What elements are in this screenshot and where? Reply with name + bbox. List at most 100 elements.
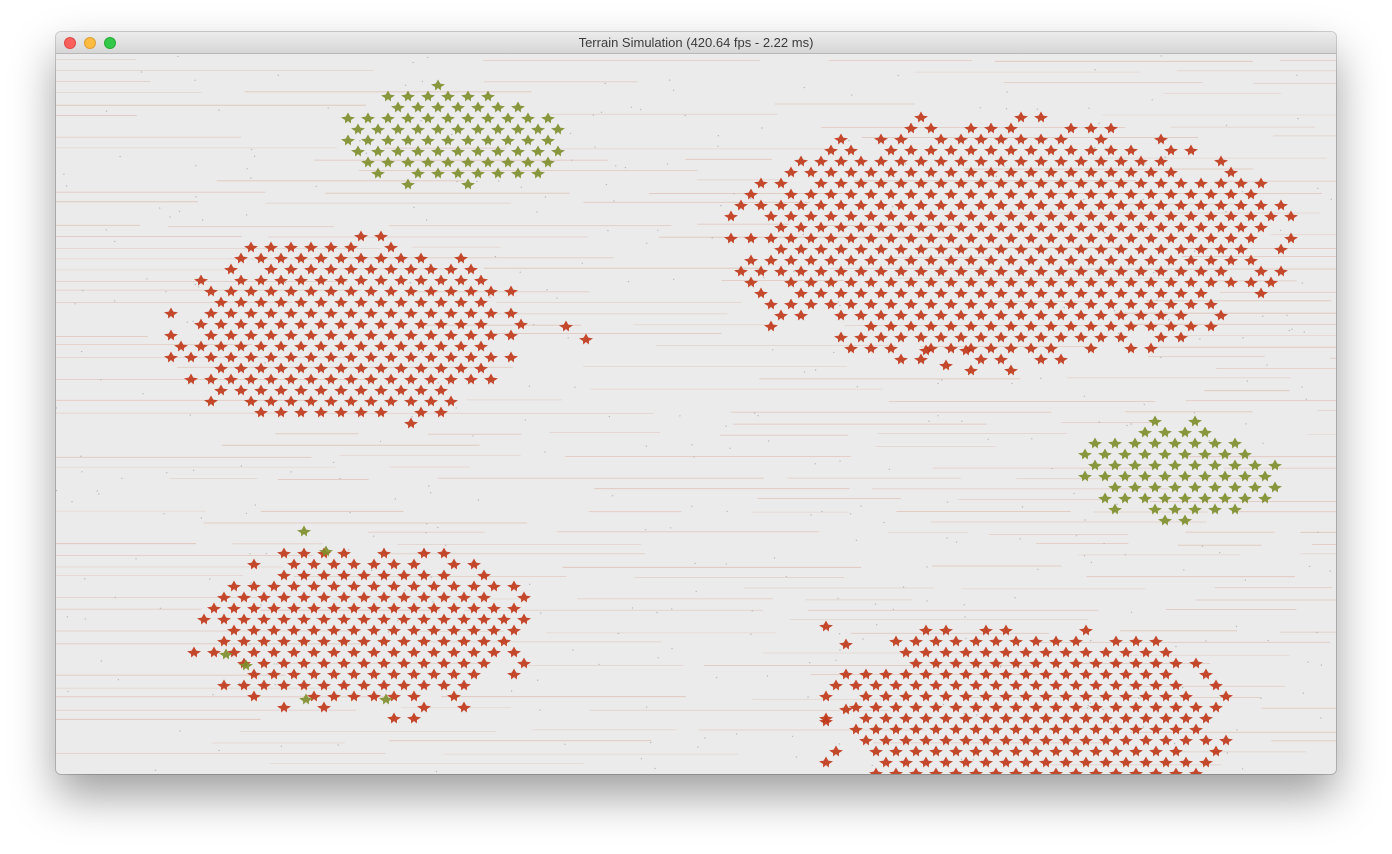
red-unit [774, 199, 788, 211]
red-unit [1004, 342, 1018, 354]
terrain-dot [1031, 438, 1033, 440]
red-unit [1144, 298, 1158, 310]
red-unit [949, 767, 963, 774]
simulation-canvas[interactable] [56, 54, 1336, 774]
red-unit [919, 756, 933, 768]
red-unit [1019, 712, 1033, 724]
terrain-dot [394, 498, 397, 500]
red-unit [1144, 320, 1158, 332]
red-unit [357, 613, 371, 625]
red-unit [829, 745, 843, 757]
terrain-dot [1036, 108, 1038, 110]
red-unit [414, 296, 428, 308]
terrain-dot [1083, 555, 1086, 557]
red-unit [989, 701, 1003, 713]
red-unit [904, 210, 918, 222]
red-unit [1164, 232, 1178, 244]
red-unit [879, 690, 893, 702]
red-unit [434, 318, 448, 330]
red-unit [934, 221, 948, 233]
red-unit [294, 406, 308, 418]
red-unit [1254, 265, 1268, 277]
terrain-dot [276, 663, 278, 665]
red-unit [417, 613, 431, 625]
red-unit [297, 657, 311, 669]
red-unit [317, 613, 331, 625]
red-unit [784, 298, 798, 310]
red-unit [804, 298, 818, 310]
red-unit [1174, 287, 1188, 299]
red-unit [274, 384, 288, 396]
terrain-dot [105, 229, 107, 231]
red-unit [959, 646, 973, 658]
terrain-dot [84, 578, 86, 580]
terrain-dot [154, 769, 157, 771]
red-unit [1074, 287, 1088, 299]
red-unit [914, 287, 928, 299]
red-unit [1069, 679, 1083, 691]
red-unit [477, 569, 491, 581]
red-unit [284, 241, 298, 253]
red-unit [1049, 767, 1063, 774]
terrain-dot [964, 616, 966, 618]
red-unit [1139, 712, 1153, 724]
red-unit [324, 263, 338, 275]
red-unit [934, 177, 948, 189]
terrain-dot [1019, 538, 1021, 540]
red-unit [1009, 635, 1023, 647]
terrain-dot [67, 690, 69, 693]
red-unit [254, 318, 268, 330]
red-unit [1049, 679, 1063, 691]
red-unit [1004, 188, 1018, 200]
red-unit [274, 274, 288, 286]
red-unit [1104, 254, 1118, 266]
red-unit [884, 254, 898, 266]
red-unit [1179, 712, 1193, 724]
red-unit [1129, 767, 1143, 774]
terrain-dot [379, 440, 382, 443]
red-unit [1124, 144, 1138, 156]
green-unit [451, 123, 465, 135]
red-unit [1164, 254, 1178, 266]
red-unit [969, 679, 983, 691]
red-unit [849, 723, 863, 735]
red-unit [374, 230, 388, 242]
red-unit [407, 712, 421, 724]
terrain-dot [574, 386, 576, 389]
red-unit [804, 232, 818, 244]
red-unit [999, 624, 1013, 636]
red-unit [944, 232, 958, 244]
terrain-dot [567, 337, 569, 339]
red-unit [1194, 177, 1208, 189]
terrain-dot [883, 521, 885, 524]
red-unit [417, 591, 431, 603]
red-unit [407, 602, 421, 614]
red-unit [237, 613, 251, 625]
red-unit [974, 287, 988, 299]
red-unit [417, 547, 431, 559]
terrain-dot [359, 140, 361, 142]
red-unit [1164, 188, 1178, 200]
red-unit [314, 362, 328, 374]
red-unit [914, 111, 928, 123]
red-unit [1079, 756, 1093, 768]
red-unit [404, 351, 418, 363]
red-unit [1174, 177, 1188, 189]
red-unit [1244, 188, 1258, 200]
terrain-dot [937, 415, 939, 417]
red-unit [1024, 298, 1038, 310]
red-unit [244, 285, 258, 297]
red-unit [874, 331, 888, 343]
red-unit [804, 166, 818, 178]
terrain-dot [838, 633, 841, 635]
red-unit [457, 613, 471, 625]
red-unit [224, 285, 238, 297]
window-titlebar[interactable]: Terrain Simulation (420.64 fps - 2.22 ms… [56, 32, 1336, 54]
red-unit [1204, 320, 1218, 332]
red-unit [929, 701, 943, 713]
red-unit [884, 276, 898, 288]
red-unit [1104, 320, 1118, 332]
red-unit [1264, 276, 1278, 288]
red-unit [1224, 166, 1238, 178]
red-unit [387, 624, 401, 636]
